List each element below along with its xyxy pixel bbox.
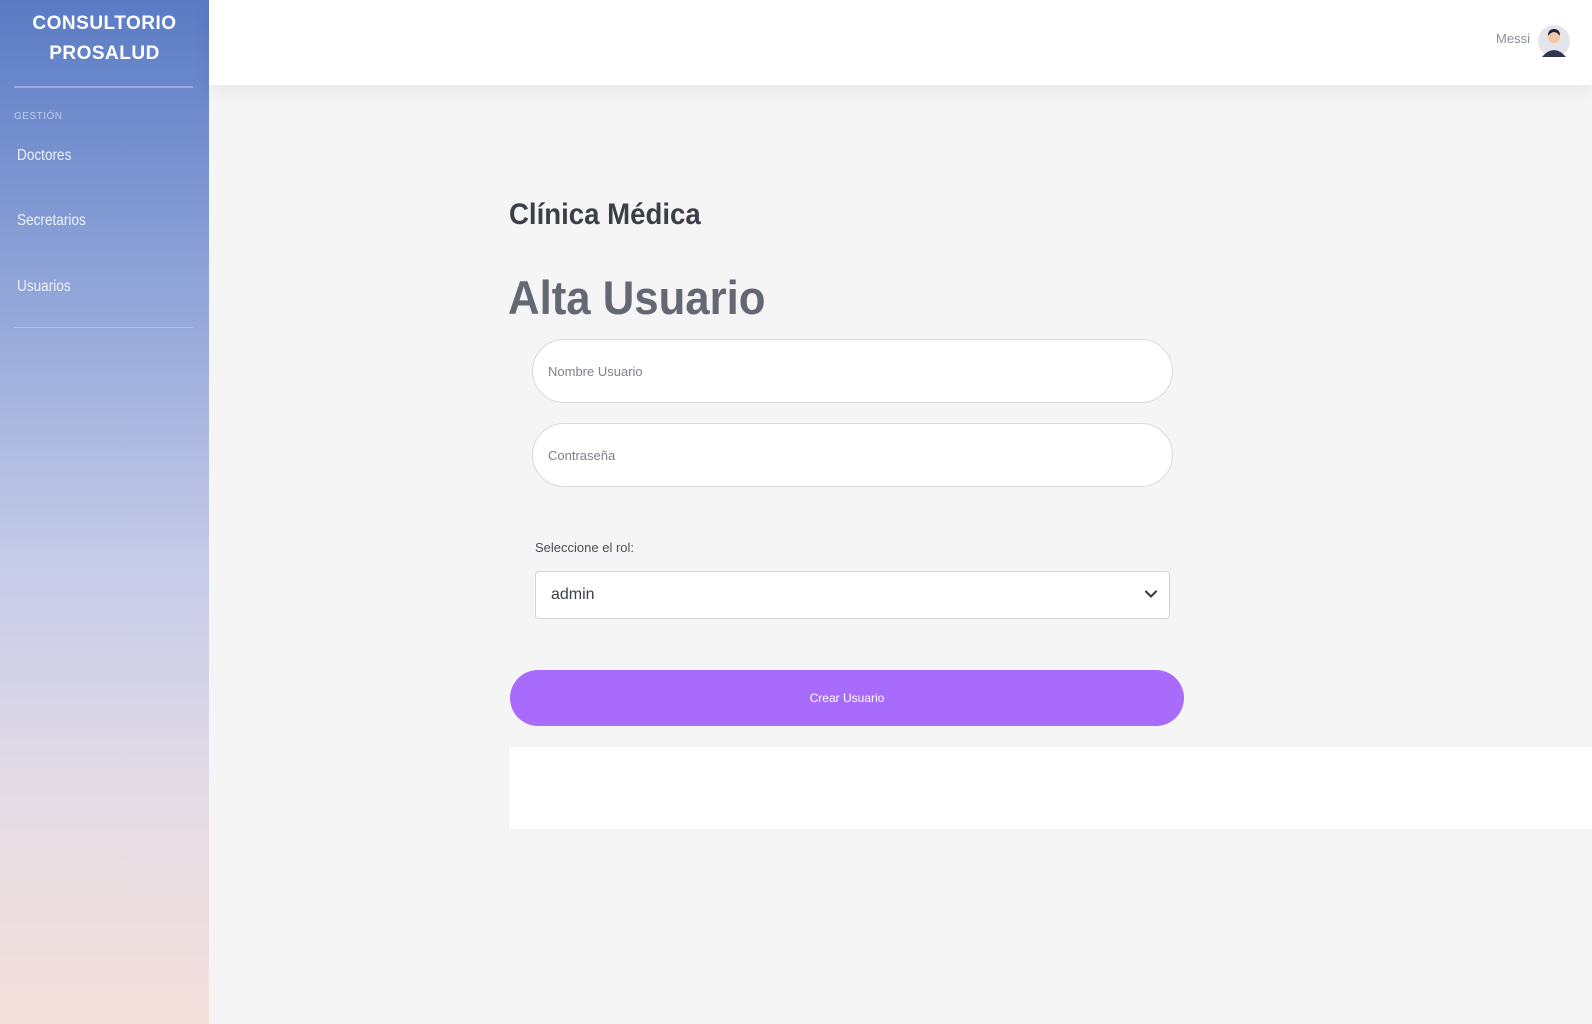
brand-line-1: CONSULTORIO <box>32 13 177 34</box>
sidebar-section-heading: GESTIÓN <box>14 111 63 122</box>
sidebar-item-usuarios[interactable]: Usuarios <box>17 278 71 296</box>
sidebar: CONSULTORIO PROSALUD GESTIÓN Doctores Se… <box>0 0 209 1024</box>
role-select[interactable]: admin <box>535 571 1170 619</box>
role-label: Seleccione el rol: <box>535 540 634 555</box>
user-avatar-icon[interactable] <box>1538 21 1570 61</box>
result-panel <box>509 747 1592 829</box>
role-select-value: admin <box>551 586 595 603</box>
brand-logo[interactable]: CONSULTORIO PROSALUD <box>0 0 209 69</box>
user-name[interactable]: Messi <box>1496 31 1530 46</box>
sidebar-item-doctores[interactable]: Doctores <box>17 147 71 165</box>
brand-line-2: PROSALUD <box>49 43 160 64</box>
sidebar-divider-bottom <box>14 327 193 328</box>
username-input[interactable] <box>532 339 1173 403</box>
password-input[interactable] <box>532 423 1173 487</box>
page-title: Alta Usuario <box>508 271 766 324</box>
page-subtitle: Clínica Médica <box>509 198 701 231</box>
topbar: Messi <box>209 0 1592 85</box>
create-user-button[interactable]: Crear Usuario <box>510 670 1184 726</box>
sidebar-item-secretarios[interactable]: Secretarios <box>17 212 86 230</box>
chevron-down-icon <box>1145 590 1157 599</box>
sidebar-divider <box>14 86 193 88</box>
